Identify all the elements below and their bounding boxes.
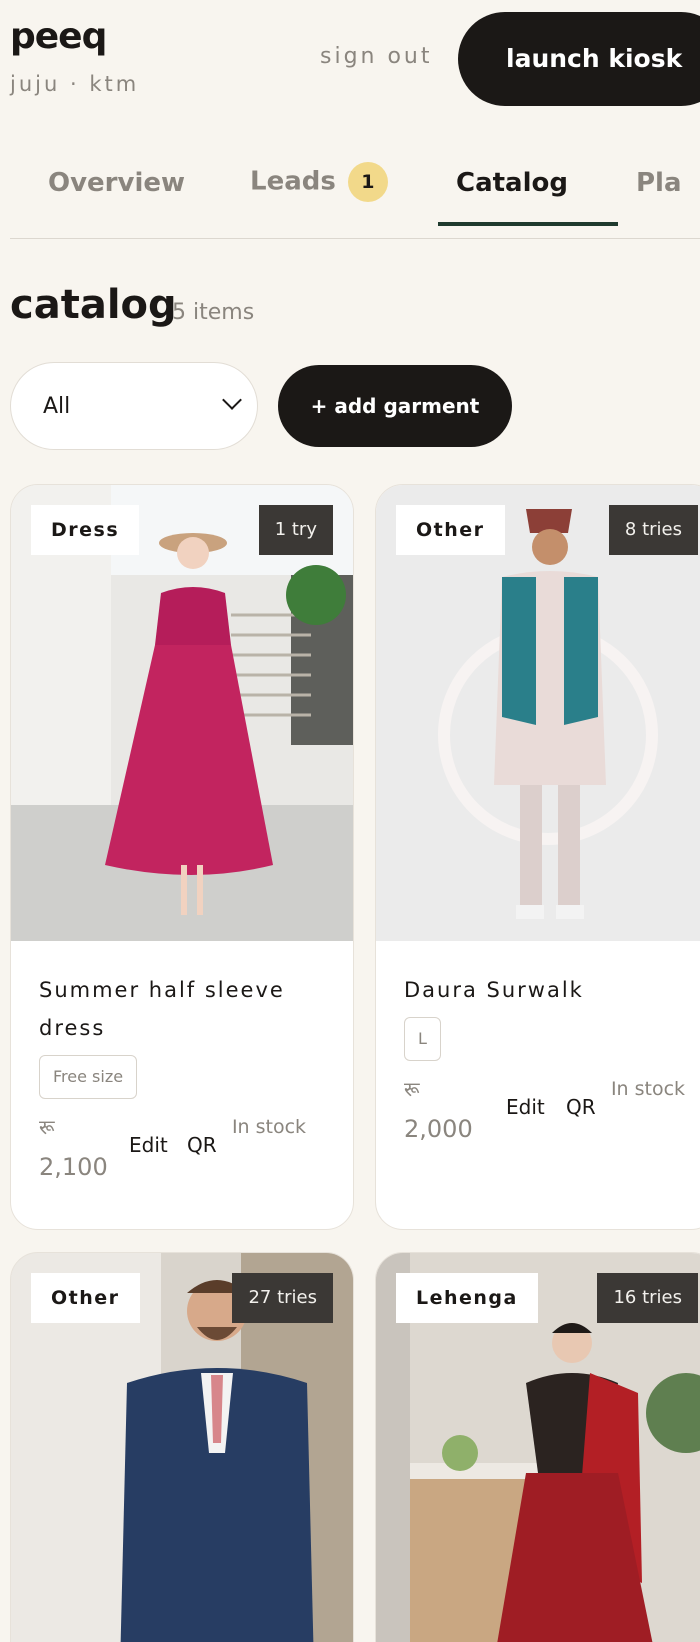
tab-label: Catalog — [456, 168, 568, 198]
category-tag: Other — [396, 505, 505, 555]
tab-bar: Overview Leads 1 Catalog Pla — [0, 150, 700, 240]
store-subtitle: juju · ktm — [10, 72, 140, 96]
size-chip: Free size — [39, 1055, 138, 1099]
category-tag: Lehenga — [396, 1273, 538, 1323]
price-currency: रू — [39, 1115, 55, 1139]
active-tab-indicator — [438, 222, 618, 226]
category-tag: Other — [31, 1273, 140, 1323]
garment-name: Daura Surwalk — [404, 978, 584, 1002]
price-currency: रू — [404, 1077, 420, 1101]
brand-logo[interactable]: peeq — [10, 16, 107, 57]
tab-catalog[interactable]: Catalog — [456, 168, 568, 198]
tries-badge: 27 tries — [232, 1273, 333, 1323]
launch-kiosk-button[interactable]: launch kiosk — [458, 12, 700, 106]
garment-card[interactable]: Other 8 tries Daura Surwalk L रू 2,000 E… — [375, 484, 700, 1230]
stock-status: In stock — [231, 1116, 307, 1138]
sign-out-link[interactable]: sign out — [320, 44, 433, 69]
garment-name: Summer half sleeve dress — [39, 978, 285, 1040]
qr-button[interactable]: QR — [187, 1133, 217, 1157]
garment-card[interactable]: Dress 1 try Summer half sleeve dress Fre… — [10, 484, 354, 1230]
item-count: 5 items — [172, 300, 255, 325]
tries-badge: 16 tries — [597, 1273, 698, 1323]
category-tag: Dress — [31, 505, 140, 555]
edit-button[interactable]: Edit — [129, 1133, 168, 1157]
tab-label: Pla — [636, 168, 682, 198]
page-title: catalog — [10, 282, 177, 328]
tries-badge: 1 try — [258, 505, 333, 555]
garment-card[interactable]: Other 27 tries — [10, 1252, 354, 1642]
price-value: 2,000 — [404, 1115, 473, 1143]
price-value: 2,100 — [39, 1153, 108, 1181]
stock-status: In stock — [610, 1078, 686, 1100]
chevron-down-icon — [222, 390, 242, 410]
filter-value: All — [43, 394, 71, 419]
tab-leads[interactable]: Leads 1 — [250, 162, 388, 202]
tabs-divider — [10, 238, 700, 239]
tab-overview[interactable]: Overview — [48, 168, 185, 198]
leads-count-badge: 1 — [347, 162, 388, 202]
edit-button[interactable]: Edit — [506, 1095, 545, 1119]
tries-badge: 8 tries — [608, 505, 698, 555]
app-header: peeq juju · ktm sign out launch kiosk — [0, 0, 700, 120]
tab-pla[interactable]: Pla — [636, 168, 682, 198]
category-filter-select[interactable]: All — [10, 362, 258, 450]
size-chip: L — [404, 1017, 441, 1061]
add-garment-button[interactable]: + add garment — [278, 365, 512, 447]
qr-button[interactable]: QR — [566, 1095, 596, 1119]
tab-label: Leads — [250, 166, 336, 197]
garment-card[interactable]: Lehenga 16 tries — [375, 1252, 700, 1642]
tab-label: Overview — [48, 168, 186, 198]
